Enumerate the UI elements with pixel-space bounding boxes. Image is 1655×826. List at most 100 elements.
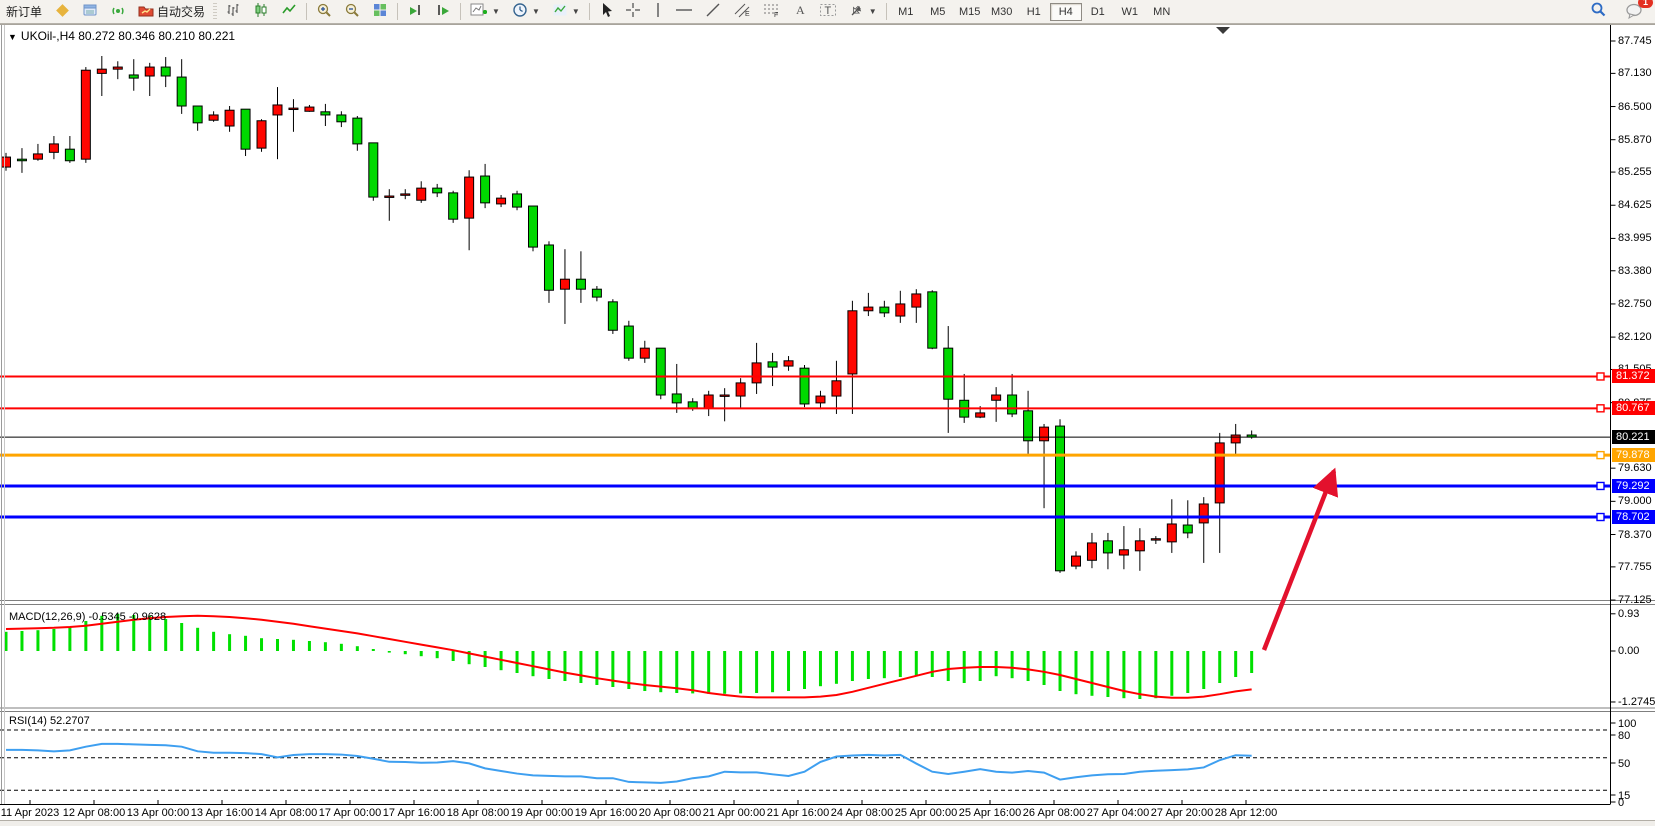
chart-shift-button[interactable]: [430, 1, 456, 23]
trendline-icon: [705, 2, 721, 21]
chart-collapse-icon[interactable]: ▼: [8, 32, 17, 42]
timeframe-button-w1[interactable]: W1: [1114, 3, 1146, 21]
mt4-window: 新订单 自动交易: [0, 0, 1655, 826]
candle-body: [576, 279, 585, 289]
rsi-axis-label: 80: [1618, 730, 1630, 742]
channel-tool-button[interactable]: E: [728, 1, 756, 23]
timeframe-button-m30[interactable]: M30: [986, 3, 1018, 21]
candle-body: [177, 77, 186, 106]
candle-body: [513, 194, 522, 207]
text-tool-button[interactable]: A: [788, 1, 812, 23]
template-icon: [552, 2, 568, 21]
trend-arrow-annotation[interactable]: [1264, 471, 1334, 650]
candle-body: [273, 105, 282, 115]
toolbar-separator: [589, 3, 590, 20]
hline-handle[interactable]: [1597, 452, 1604, 459]
price-axis-label: 87.745: [1618, 35, 1652, 47]
signal-icon: [110, 2, 126, 21]
macd-axis-label: 0.93: [1618, 608, 1639, 620]
line-chart-icon: [281, 2, 297, 21]
candle-body: [241, 109, 250, 149]
hline-handle[interactable]: [1597, 482, 1604, 489]
timeframe-button-m15[interactable]: M15: [954, 3, 986, 21]
timeframe-button-h1[interactable]: H1: [1018, 3, 1050, 21]
text-label-tool-button[interactable]: T: [814, 1, 842, 23]
chart-title-text: UKOil-,H4 80.272 80.346 80.210 80.221: [21, 29, 235, 43]
trendline-tool-button[interactable]: [700, 1, 726, 23]
horizontal-line-tool-button[interactable]: [670, 1, 698, 23]
candle-body: [800, 368, 809, 404]
toolbar-separator: [306, 3, 307, 20]
hline-price-label: 78.702: [1612, 510, 1655, 524]
time-axis-label: 18 Apr 08:00: [447, 807, 509, 819]
candle-body: [592, 289, 601, 297]
auto-trading-button[interactable]: 自动交易: [133, 1, 210, 23]
chevron-down-icon: ▼: [869, 7, 877, 16]
search-button[interactable]: [1584, 1, 1612, 23]
periods-button[interactable]: ▼: [507, 1, 545, 23]
auto-trading-label: 自动交易: [157, 3, 205, 20]
candle-body: [337, 115, 346, 122]
candle-body: [401, 194, 410, 195]
candle-body: [1056, 426, 1065, 571]
timeframe-button-h4[interactable]: H4: [1050, 3, 1082, 21]
candle-body: [1040, 427, 1049, 441]
timeframe-button-d1[interactable]: D1: [1082, 3, 1114, 21]
auto-scroll-button[interactable]: [402, 1, 428, 23]
timeframe-button-m5[interactable]: M5: [922, 3, 954, 21]
cursor-icon: [599, 2, 613, 21]
candle-body: [1151, 539, 1160, 540]
candle-body: [1087, 543, 1096, 560]
bar-chart-button[interactable]: [220, 1, 246, 23]
candle-body: [289, 108, 298, 109]
candle-body: [1199, 504, 1208, 523]
vertical-line-tool-button[interactable]: [648, 1, 668, 23]
crosshair-tool-button[interactable]: [620, 1, 646, 23]
indicators-button[interactable]: ▼: [465, 1, 505, 23]
timeframe-button-m1[interactable]: M1: [890, 3, 922, 21]
hline-handle[interactable]: [1597, 405, 1604, 412]
hline-handle[interactable]: [1597, 514, 1604, 521]
chart-shift-marker[interactable]: [1216, 27, 1230, 34]
hline-price-label: 81.372: [1612, 369, 1655, 383]
annotations-layer[interactable]: [1216, 27, 1334, 650]
fibonacci-tool-button[interactable]: F: [758, 1, 786, 23]
fibonacci-icon: F: [763, 2, 781, 21]
timeframe-toolbar: M1M5M15M30H1H4D1W1MN: [890, 3, 1178, 21]
zoom-out-icon: [344, 2, 360, 21]
time-axis-label: 27 Apr 04:00: [1087, 807, 1149, 819]
price-axis-label: 78.370: [1618, 529, 1652, 541]
macd-layer: [6, 614, 1252, 699]
crosshair-icon: [625, 2, 641, 21]
tile-windows-button[interactable]: [367, 1, 393, 23]
arrows-tool-button[interactable]: ▼: [844, 1, 882, 23]
new-order-button[interactable]: 新订单: [1, 1, 47, 23]
candle-body: [1183, 525, 1192, 533]
candle-body: [896, 304, 905, 316]
rsi-axis-label: 50: [1618, 758, 1630, 770]
auto-trading-icon: [138, 2, 154, 21]
zoom-out-button[interactable]: [339, 1, 365, 23]
cursor-tool-button[interactable]: [594, 1, 618, 23]
chart-plot-area[interactable]: [0, 25, 1655, 821]
toolbar-separator: [397, 3, 398, 20]
candlestick-chart-button[interactable]: [248, 1, 274, 23]
candle-body: [97, 69, 106, 73]
zoom-in-button[interactable]: [311, 1, 337, 23]
timeframe-button-mn[interactable]: MN: [1146, 3, 1178, 21]
market-watch-button[interactable]: [49, 1, 75, 23]
candle-body: [129, 75, 138, 78]
hline-handle[interactable]: [1597, 373, 1604, 380]
notifications-button[interactable]: 1: [1620, 1, 1648, 23]
data-window-button[interactable]: [77, 1, 103, 23]
templates-button[interactable]: ▼: [547, 1, 585, 23]
macd-axis-label: 0.00: [1618, 645, 1639, 657]
toolbar-separator: [886, 3, 887, 20]
chart-shift-icon: [435, 2, 451, 21]
signal-button[interactable]: [105, 1, 131, 23]
candle-body: [768, 362, 777, 367]
price-axis-label: 83.380: [1618, 265, 1652, 277]
candle-body: [656, 348, 665, 395]
hline-price-label: 79.878: [1612, 448, 1655, 462]
line-chart-button[interactable]: [276, 1, 302, 23]
